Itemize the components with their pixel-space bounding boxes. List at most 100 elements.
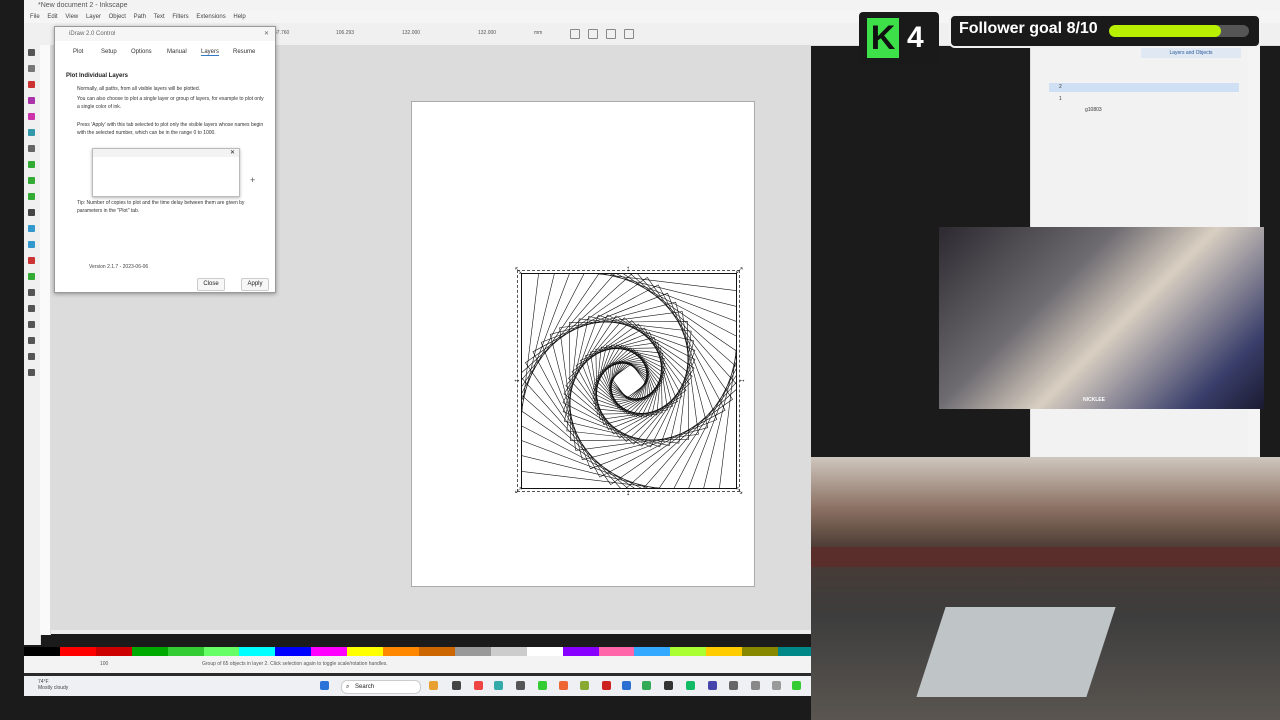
palette-swatch[interactable] [562, 647, 599, 656]
menu-layer[interactable]: Layer [86, 14, 101, 20]
scale-handle-icon[interactable]: ⤢ [736, 267, 742, 275]
taskbar-search[interactable]: ⌕ Search [341, 680, 421, 694]
text-tool-icon[interactable] [28, 209, 35, 216]
mesh-tool-icon[interactable] [28, 241, 35, 248]
menu-path[interactable]: Path [134, 14, 146, 20]
weather-widget[interactable]: 74°F Mostly cloudy [38, 679, 68, 691]
palette-swatch[interactable] [454, 647, 491, 656]
palette-swatch[interactable] [670, 647, 707, 656]
zoom-tool-icon[interactable] [28, 369, 35, 376]
palette-swatch[interactable] [311, 647, 348, 656]
inkscape-icon[interactable] [664, 681, 673, 690]
measure-tool-icon[interactable] [28, 353, 35, 360]
palette-swatch[interactable] [419, 647, 455, 656]
palette-swatch[interactable] [383, 647, 419, 656]
layers-objects-tab[interactable]: Layers and Objects [1141, 48, 1241, 58]
color-palette[interactable] [24, 647, 814, 656]
y-field[interactable]: 106.293 [336, 29, 354, 38]
app-icon[interactable] [792, 681, 801, 690]
palette-swatch[interactable] [598, 647, 635, 656]
scale-handle-icon[interactable]: ⤡ [736, 487, 742, 495]
ellipse-tool-icon[interactable] [28, 97, 35, 104]
palette-swatch[interactable] [59, 647, 96, 656]
scale-handle-icon[interactable]: ⤢ [515, 487, 521, 495]
app-icon[interactable] [642, 681, 651, 690]
palette-swatch[interactable] [778, 647, 814, 656]
app-icon[interactable] [516, 681, 525, 690]
layer-row[interactable]: 1 [1049, 95, 1239, 104]
app-icon[interactable] [772, 681, 781, 690]
plus-icon[interactable]: + [250, 175, 255, 185]
palette-swatch[interactable] [347, 647, 384, 656]
palette-swatch[interactable] [526, 647, 563, 656]
selector-tool-icon[interactable] [28, 49, 35, 56]
app-icon[interactable] [602, 681, 611, 690]
windows-start-icon[interactable] [320, 681, 329, 690]
scale-handle-icon[interactable]: ↕ [626, 265, 632, 273]
menu-text[interactable]: Text [154, 14, 165, 20]
close-button[interactable]: Close [197, 278, 225, 291]
h-field[interactable]: 132.000 [478, 29, 496, 38]
palette-swatch[interactable] [95, 647, 132, 656]
align-icon[interactable] [624, 29, 634, 39]
app-icon[interactable] [474, 681, 483, 690]
tab-options[interactable]: Options [131, 49, 152, 55]
palette-swatch[interactable] [706, 647, 743, 656]
menu-edit[interactable]: Edit [47, 14, 57, 20]
close-icon[interactable]: ✕ [230, 149, 235, 156]
app-icon[interactable] [686, 681, 695, 690]
eraser-tool-icon[interactable] [28, 321, 35, 328]
unit-select[interactable]: mm [534, 29, 542, 38]
app-icon[interactable] [729, 681, 738, 690]
horizontal-scrollbar[interactable] [51, 630, 811, 634]
w-field[interactable]: 132.000 [402, 29, 420, 38]
popup-window[interactable]: ✕ + [92, 148, 255, 197]
vscode-icon[interactable] [622, 681, 631, 690]
palette-swatch[interactable] [131, 647, 168, 656]
palette-swatch[interactable] [239, 647, 276, 656]
menu-filters[interactable]: Filters [172, 14, 188, 20]
layer-row[interactable]: 2 [1049, 83, 1239, 92]
close-icon[interactable]: ✕ [264, 27, 269, 41]
palette-swatch[interactable] [203, 647, 240, 656]
calligraphy-tool-icon[interactable] [28, 193, 35, 200]
menu-help[interactable]: Help [233, 14, 245, 20]
tab-setup[interactable]: Setup [101, 49, 117, 55]
palette-swatch[interactable] [742, 647, 779, 656]
menu-view[interactable]: View [65, 14, 78, 20]
app-icon[interactable] [494, 681, 503, 690]
spiral-tool-icon[interactable] [28, 145, 35, 152]
tab-resume[interactable]: Resume [233, 49, 255, 55]
app-icon[interactable] [559, 681, 568, 690]
palette-swatch[interactable] [167, 647, 204, 656]
app-icon[interactable] [580, 681, 589, 690]
palette-swatch[interactable] [634, 647, 671, 656]
app-icon[interactable] [751, 681, 760, 690]
align-icon[interactable] [588, 29, 598, 39]
tab-plot[interactable]: Plot [73, 49, 83, 55]
menu-object[interactable]: Object [109, 14, 126, 20]
paint-bucket-tool-icon[interactable] [28, 273, 35, 280]
pen-tool-icon[interactable] [28, 177, 35, 184]
apply-button[interactable]: Apply [241, 278, 269, 291]
menu-extensions[interactable]: Extensions [196, 14, 225, 20]
spray-tool-icon[interactable] [28, 305, 35, 312]
zoom-value[interactable]: 100 [100, 656, 108, 673]
tweak-tool-icon[interactable] [28, 289, 35, 296]
node-tool-icon[interactable] [28, 65, 35, 72]
align-icon[interactable] [606, 29, 616, 39]
app-icon[interactable] [708, 681, 717, 690]
tab-layers[interactable]: Layers [201, 49, 220, 56]
dropper-tool-icon[interactable] [28, 257, 35, 264]
gradient-tool-icon[interactable] [28, 225, 35, 232]
scale-handle-icon[interactable]: ↔ [738, 376, 746, 384]
star-tool-icon[interactable] [28, 113, 35, 120]
app-icon[interactable] [429, 681, 438, 690]
palette-swatch[interactable] [24, 647, 60, 656]
menu-file[interactable]: File [30, 14, 40, 20]
palette-swatch[interactable] [490, 647, 527, 656]
3dbox-tool-icon[interactable] [28, 129, 35, 136]
connector-tool-icon[interactable] [28, 337, 35, 344]
scale-handle-icon[interactable]: ↕ [626, 489, 632, 497]
object-row[interactable]: g10803 [1049, 106, 1239, 115]
